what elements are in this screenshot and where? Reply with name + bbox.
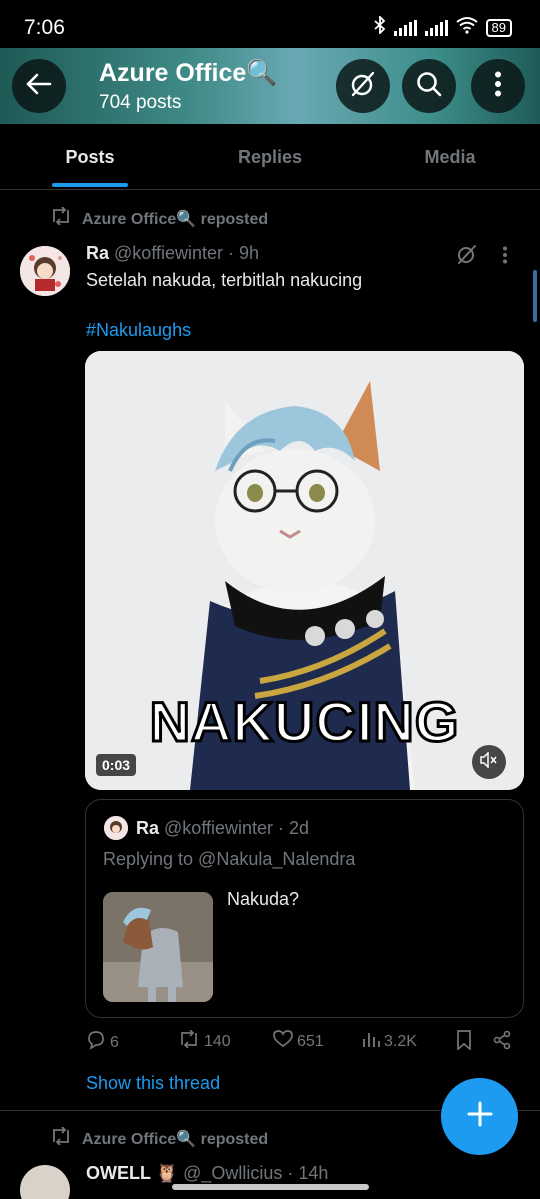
post-count: 704 posts (99, 92, 182, 113)
repost-icon (50, 206, 72, 230)
search-button[interactable] (402, 59, 456, 113)
more-button[interactable] (471, 59, 525, 113)
quote-text: Nakuda? (227, 889, 300, 909)
quoted-post[interactable]: Ra @koffiewinter · 2d Replying to @Nakul… (85, 799, 524, 1018)
active-tab-indicator (52, 183, 128, 187)
share-icon (492, 1030, 512, 1055)
author-handle-2[interactable]: @_Owllicius (183, 1163, 282, 1183)
speaker-muted-icon (480, 751, 498, 772)
battery-icon: 89 (485, 18, 512, 37)
hashtag-link[interactable]: #Nakulaughs (86, 320, 191, 341)
profile-tabs: Posts Replies Media (0, 124, 540, 190)
arrow-left-icon (26, 73, 52, 100)
status-bar: 7:06 89 (0, 0, 540, 48)
repost-label: Azure Office🔍 reposted (82, 210, 269, 228)
author-handle[interactable]: @koffiewinter (114, 243, 223, 263)
signal-icon (393, 19, 417, 36)
quote-time: · 2d (278, 818, 310, 838)
like-count: 651 (297, 1032, 324, 1050)
quote-avatar (104, 816, 128, 840)
post-more-icon[interactable] (502, 246, 508, 269)
quote-replying-to: Replying to @Nakula_Nalendra (103, 849, 356, 869)
reply-button[interactable]: 6 (86, 1030, 119, 1055)
repost-indicator: Azure Office🔍 reposted (50, 206, 269, 230)
wifi-icon (455, 16, 478, 39)
post-time-2: · 14h (287, 1163, 329, 1183)
like-button[interactable]: 651 (273, 1030, 324, 1053)
tab-posts[interactable]: Posts (0, 124, 180, 189)
show-thread-link[interactable]: Show this thread (86, 1073, 220, 1094)
post-text: Setelah nakuda, terbitlah nakucing (86, 270, 363, 290)
bluetooth-icon (373, 14, 386, 39)
post-header-2: OWELL 🦉 @_Owllicius · 14h (86, 1163, 328, 1184)
search-icon (415, 70, 443, 103)
grok-icon[interactable] (456, 243, 478, 270)
bookmark-button[interactable] (456, 1030, 472, 1055)
signal-icon-2 (424, 19, 448, 36)
tab-media[interactable]: Media (360, 124, 540, 189)
bookmark-icon (456, 1030, 472, 1055)
compose-button[interactable] (441, 1078, 518, 1155)
grok-button[interactable] (336, 59, 390, 113)
tab-replies[interactable]: Replies (180, 124, 360, 189)
repost-button[interactable]: 140 (178, 1029, 231, 1053)
quote-author-handle: @koffiewinter (164, 818, 274, 838)
back-button[interactable] (12, 59, 66, 113)
repost-count: 140 (204, 1032, 231, 1050)
video-duration: 0:03 (96, 754, 137, 776)
video-caption: NAKUCING (148, 689, 460, 755)
quote-header: Ra @koffiewinter · 2d (136, 818, 309, 839)
mute-button[interactable] (472, 745, 506, 779)
avatar-2[interactable] (20, 1165, 70, 1199)
author-name[interactable]: Ra (86, 243, 109, 263)
video-media[interactable]: NAKUCING 0:03 (85, 351, 524, 790)
post-header: Ra @koffiewinter · 9h (86, 243, 259, 264)
scroll-indicator (533, 270, 537, 322)
quote-author-name: Ra (136, 818, 160, 838)
home-indicator[interactable] (172, 1184, 369, 1190)
vertical-dots-icon (494, 71, 502, 102)
heart-icon (273, 1030, 293, 1053)
status-icons: 89 (373, 14, 512, 39)
grok-icon (349, 70, 377, 103)
plus-icon (466, 1100, 494, 1133)
repost-icon (178, 1029, 200, 1053)
repost-icon (50, 1126, 72, 1150)
reply-count: 6 (110, 1033, 119, 1051)
reply-icon (86, 1030, 106, 1055)
post-time: · 9h (228, 243, 260, 263)
profile-header: Azure Office🔍 704 posts (0, 48, 540, 124)
views-button[interactable]: 3.2K (362, 1030, 417, 1053)
status-time: 7:06 (24, 16, 65, 39)
repost-indicator-2: Azure Office🔍 reposted (50, 1126, 269, 1150)
share-button[interactable] (492, 1030, 512, 1055)
avatar[interactable] (20, 246, 70, 296)
view-count: 3.2K (384, 1032, 417, 1050)
quote-thumbnail (103, 892, 213, 1002)
author-name-2[interactable]: OWELL 🦉 (86, 1163, 178, 1183)
profile-title: Azure Office🔍 (99, 59, 278, 87)
post-actions: 6 140 651 3.2K (86, 1029, 526, 1056)
repost-label-2: Azure Office🔍 reposted (82, 1130, 269, 1148)
views-icon (362, 1030, 380, 1053)
